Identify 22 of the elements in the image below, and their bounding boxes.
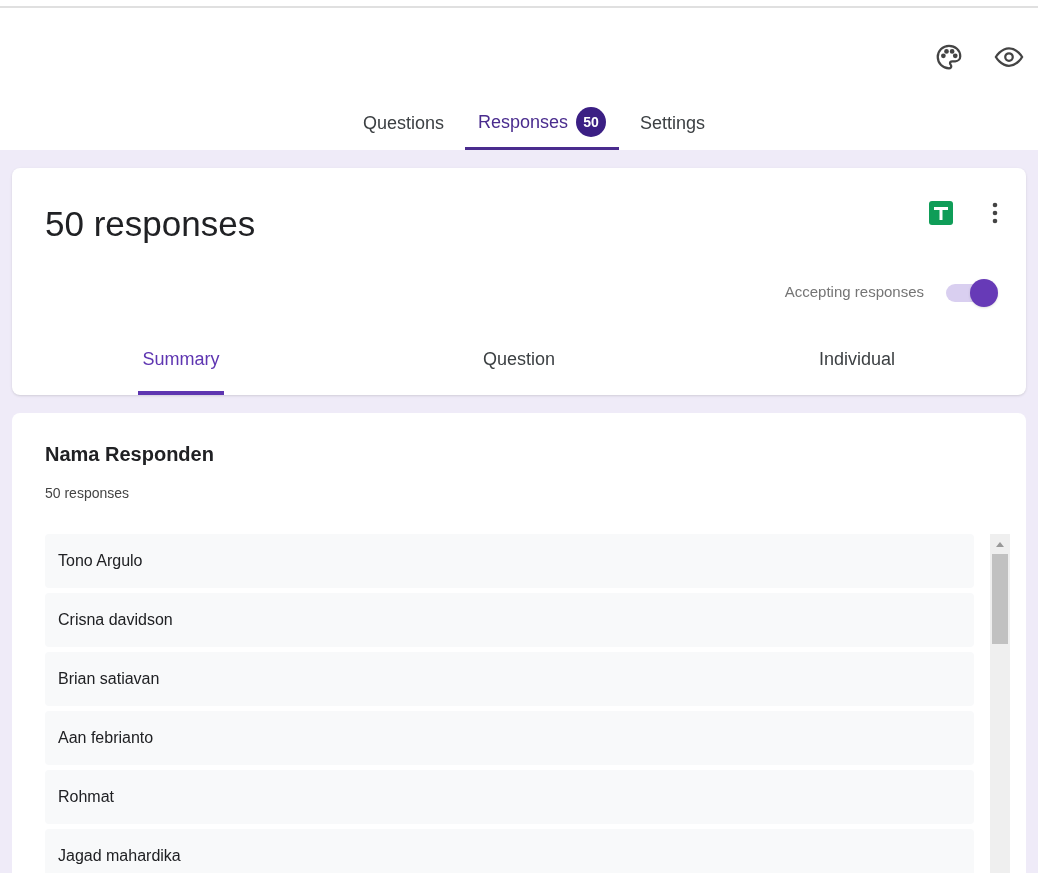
- responses-heading: 50 responses: [45, 203, 256, 245]
- palette-icon[interactable]: [934, 42, 964, 72]
- view-tab[interactable]: Summary: [138, 346, 224, 395]
- tab[interactable]: Settings: [627, 110, 719, 150]
- accepting-responses-toggle[interactable]: [946, 278, 998, 307]
- view-tab[interactable]: Question: [478, 346, 559, 395]
- tab[interactable]: Questions: [349, 110, 457, 150]
- view-tab[interactable]: Individual: [814, 346, 900, 395]
- answer-row: Brian satiavan: [45, 652, 974, 706]
- accepting-responses-label: Accepting responses: [784, 282, 924, 303]
- question-title: Nama Responden: [45, 442, 215, 467]
- more-options-icon[interactable]: [992, 202, 998, 224]
- response-count: 50 responses: [45, 484, 131, 503]
- count-badge: 50: [576, 107, 607, 137]
- spreadsheet-icon[interactable]: [928, 200, 954, 226]
- scrollbar[interactable]: [990, 534, 1010, 873]
- answer-row: Crisna davidson: [45, 593, 974, 647]
- answer-row: Rohmat: [45, 770, 974, 824]
- answer-row: Jagad mahardika: [45, 829, 974, 873]
- scrollbar-thumb[interactable]: [992, 554, 1008, 644]
- answer-row: Tono Argulo: [45, 534, 974, 588]
- answer-row: Aan febrianto: [45, 711, 974, 765]
